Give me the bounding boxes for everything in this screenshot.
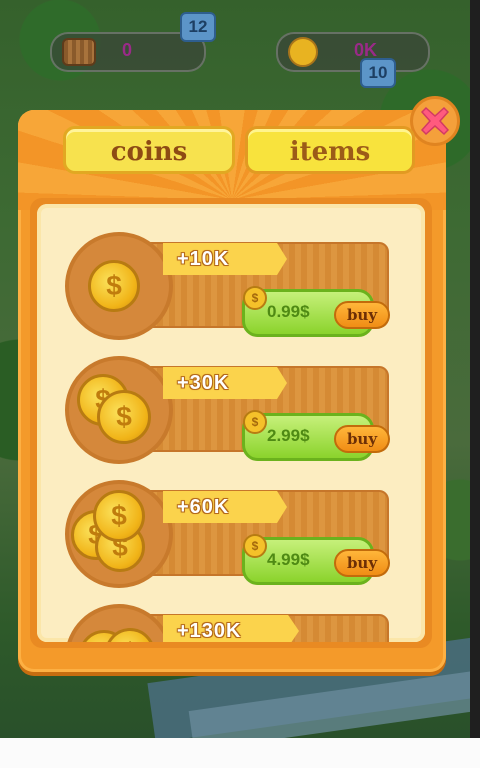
level-tile: 10 (360, 58, 396, 88)
close-x-icon (420, 106, 450, 136)
coin-amount-label: +10K (163, 243, 287, 275)
basket-icon (62, 38, 96, 66)
coin-amount-label: +60K (163, 491, 287, 523)
dollar-coin-icon: $ (93, 490, 145, 542)
coin-amount-label: +30K (163, 367, 287, 399)
coin-amount-label: +130K (163, 615, 299, 642)
dollar-coin-icon: $ (243, 410, 267, 434)
close-button[interactable] (410, 96, 460, 146)
screen-edge (470, 0, 480, 738)
tab-items[interactable]: items (245, 126, 415, 174)
coin-bundle-badge: $ $ $ (65, 480, 173, 588)
price-label: 4.99$ (267, 550, 310, 569)
dollar-coin-icon: $ (243, 286, 267, 310)
offer-row: $ $ +30K $ 2.99$ buy (37, 342, 425, 464)
tab-coins[interactable]: coins (63, 126, 235, 174)
basket-count: 0 (122, 40, 133, 60)
dollar-coin-icon: $ (105, 628, 155, 642)
offer-row: $ +10K $ 0.99$ buy (37, 218, 425, 340)
buy-button[interactable]: buy (334, 425, 390, 453)
coin-bundle-badge: $ $ (65, 604, 173, 642)
buy-button[interactable]: buy (334, 301, 390, 329)
dollar-coin-icon: $ (243, 534, 267, 558)
level-tile: 12 (180, 12, 216, 42)
price-label: 0.99$ (267, 302, 310, 321)
offer-row: $ $ +130K (37, 590, 425, 642)
offer-list[interactable]: $ +10K $ 0.99$ buy $ $ +30K $ 2.99$ buy … (37, 204, 425, 642)
dollar-coin-icon: $ (97, 390, 151, 444)
dollar-coin-icon: $ (88, 260, 140, 312)
coin-bundle-badge: $ $ (65, 356, 173, 464)
buy-button[interactable]: buy (334, 549, 390, 577)
screen-bottom-bar (0, 738, 480, 768)
coin-icon (288, 37, 318, 67)
coin-bundle-badge: $ (65, 232, 173, 340)
offer-row: $ $ $ +60K $ 4.99$ buy (37, 466, 425, 588)
coin-counter: 0K (276, 32, 430, 72)
price-label: 2.99$ (267, 426, 310, 445)
